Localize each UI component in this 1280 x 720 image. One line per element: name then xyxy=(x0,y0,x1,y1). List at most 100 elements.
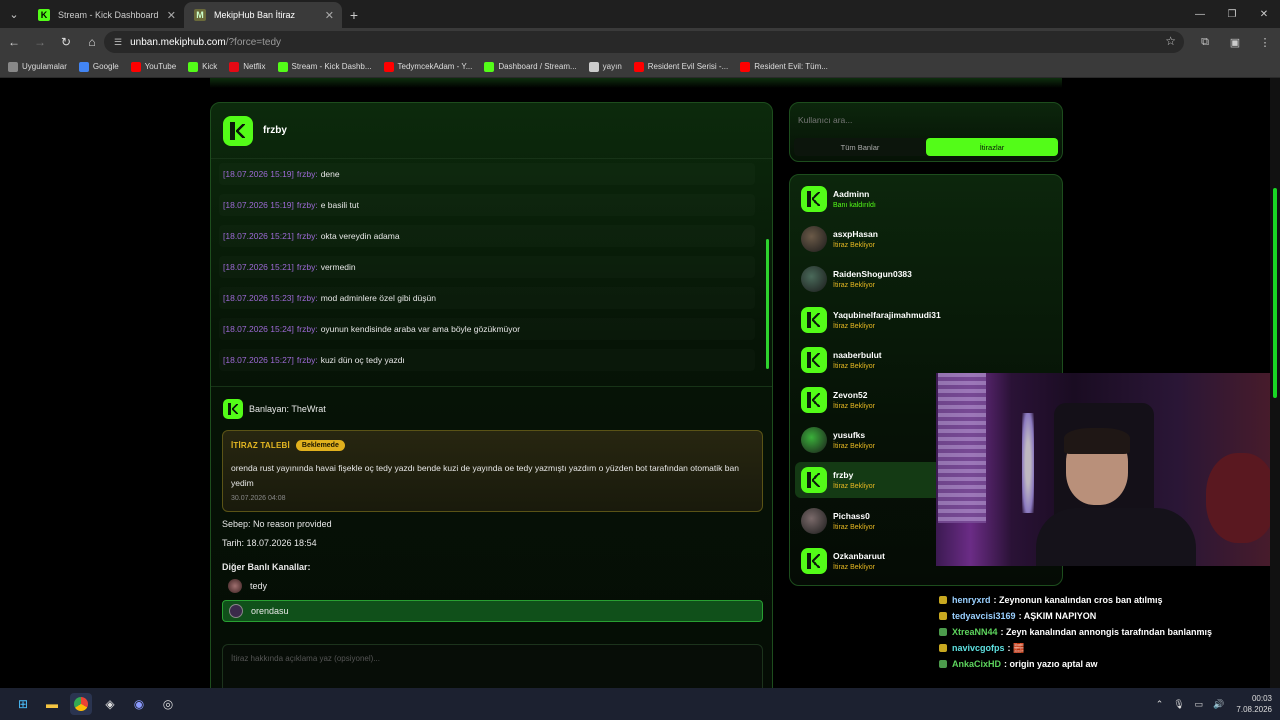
user-name: yusufks xyxy=(833,430,866,441)
user-info: Aadminn Banı kaldırıldı xyxy=(833,189,876,209)
page-scrollbar[interactable] xyxy=(1270,78,1280,688)
message-timestamp: [18.07.2026 15:21] xyxy=(223,262,294,272)
volume-icon[interactable]: 🔊 xyxy=(1213,699,1224,710)
appeal-comment-textarea[interactable]: İtiraz hakkında açıklama yaz (opsiyonel)… xyxy=(222,644,763,688)
user-name: naaberbulut xyxy=(833,349,882,360)
home-icon[interactable]: ⌂ xyxy=(80,30,104,54)
profile-icon[interactable]: ▣ xyxy=(1220,36,1250,49)
chat-line-text: tedyavcisi3169: AŞKIM NAPIYON xyxy=(952,608,1096,624)
close-tab-icon[interactable]: ✕ xyxy=(167,9,176,22)
user-status: İtiraz Bekliyor xyxy=(833,242,876,250)
browser-toolbar: ← → ↻ ⌂ ☰ unban.mekiphub.com/?force=tedy… xyxy=(0,28,1280,56)
maximize-icon[interactable]: ❐ xyxy=(1216,0,1248,28)
banned-by-text: Banlayan: TheWrat xyxy=(249,404,326,414)
chat-line-text: AnkaCixHD: origin yazıo aptal aw xyxy=(952,656,1098,672)
chat-message: [18.07.2026 15:21] frzby: okta vereydin ad… xyxy=(219,225,755,247)
user-name: frzby xyxy=(833,470,854,481)
windows-start-icon[interactable]: ⊞ xyxy=(12,693,34,715)
steam-icon[interactable]: ◈ xyxy=(99,693,121,715)
chat-username: navivcgofps xyxy=(952,643,1005,653)
tab-search-icon[interactable]: ⌄ xyxy=(0,0,28,28)
chat-message: [18.07.2026 15:24] frzby: oyunun kendisind… xyxy=(219,318,755,340)
extensions-icon[interactable]: ⧉ xyxy=(1190,36,1220,49)
chat-message: [18.07.2026 15:19] frzby: e basili tut xyxy=(219,194,755,216)
message-text: mod adminlere özel gibi düşün xyxy=(320,293,436,303)
back-icon[interactable]: ← xyxy=(2,30,26,54)
window-blinds xyxy=(938,373,986,523)
bookmark-item[interactable]: Stream - Kick Dashb... xyxy=(277,61,372,72)
file-explorer-icon[interactable]: ▬ xyxy=(41,693,63,715)
bookmark-favicon-icon xyxy=(188,61,199,72)
browser-tab-mekiphub[interactable]: M MekipHub Ban İtiraz ✕ xyxy=(184,2,342,28)
banned-username: frzby xyxy=(263,125,287,136)
message-timestamp: [18.07.2026 15:19] xyxy=(223,200,294,210)
bookmark-item[interactable]: Dashboard / Stream... xyxy=(484,61,577,72)
bookmark-star-icon[interactable]: ☆ xyxy=(1165,34,1176,48)
bookmark-favicon-icon xyxy=(130,61,141,72)
new-tab-icon[interactable]: + xyxy=(342,7,366,23)
bookmark-favicon-icon xyxy=(277,61,288,72)
tray-expand-icon[interactable]: ⌃ xyxy=(1156,699,1164,710)
bookmark-item[interactable]: Resident Evil Serisi -... xyxy=(633,61,728,72)
user-list-item[interactable]: Yaqubinelfarajimahmudi31 İtiraz Bekliyor xyxy=(795,302,1059,338)
user-status: İtiraz Bekliyor xyxy=(833,282,876,290)
page-scroll-thumb[interactable] xyxy=(1273,188,1277,398)
browser-tab-kick-dashboard[interactable]: K Stream - Kick Dashboard ✕ xyxy=(28,2,184,28)
forward-icon[interactable]: → xyxy=(28,30,52,54)
close-window-icon[interactable]: ✕ xyxy=(1248,0,1280,28)
bookmark-item[interactable]: Kick xyxy=(188,61,218,72)
user-list-item[interactable]: Aadminn Banı kaldırıldı xyxy=(795,181,1059,217)
menu-icon[interactable]: ⋮ xyxy=(1250,36,1280,49)
reload-icon[interactable]: ↻ xyxy=(54,30,78,54)
chrome-icon[interactable] xyxy=(70,693,92,715)
minimize-icon[interactable]: — xyxy=(1184,0,1216,28)
bookmark-label: Kick xyxy=(202,62,218,71)
ban-detail-panel: frzby [18.07.2026 15:19] frzby: dene [18.07… xyxy=(210,102,773,688)
chat-log[interactable]: [18.07.2026 15:19] frzby: dene [18.07.2026 … xyxy=(211,159,763,377)
bookmark-favicon-icon xyxy=(633,61,644,72)
bookmark-favicon-icon xyxy=(383,61,394,72)
chat-log-scrollbar[interactable] xyxy=(766,159,770,377)
bookmark-item[interactable]: Netflix xyxy=(229,61,266,72)
user-status: İtiraz Bekliyor xyxy=(833,403,876,410)
chat-message-text: : origin yazıo aptal aw xyxy=(1004,659,1098,669)
other-channel-item[interactable]: orendasu xyxy=(222,600,763,622)
user-avatar xyxy=(801,346,827,373)
bookmark-label: Uygulamalar xyxy=(22,62,67,71)
message-username: frzby: xyxy=(296,293,318,303)
taskbar-clock[interactable]: 00:03 7.08.2026 xyxy=(1236,693,1272,715)
user-search-input[interactable] xyxy=(798,111,1054,129)
stream-chat-line: AnkaCixHD: origin yazıo aptal aw xyxy=(936,656,1266,672)
discord-icon[interactable]: ◉ xyxy=(128,693,150,715)
user-name: Zevon52 xyxy=(833,390,868,400)
obs-icon[interactable]: ◎ xyxy=(157,693,179,715)
bookmark-item[interactable]: Resident Evil: Tüm... xyxy=(740,61,828,72)
scroll-thumb[interactable] xyxy=(766,239,769,369)
chat-message: [18.07.2026 15:19] frzby: dene xyxy=(219,163,755,185)
appeal-request-card: İTİRAZ TALEBİ Beklemede orenda rust yayı… xyxy=(222,430,763,512)
close-tab-icon[interactable]: ✕ xyxy=(325,9,334,22)
tab-title: MekipHub Ban İtiraz xyxy=(214,10,296,20)
display-icon[interactable]: ▭ xyxy=(1195,699,1204,710)
bookmark-label: Dashboard / Stream... xyxy=(498,62,577,71)
bookmark-item[interactable]: YouTube xyxy=(130,61,176,72)
other-channel-item[interactable]: tedy xyxy=(222,575,763,597)
user-avatar xyxy=(801,387,827,413)
bookmark-item[interactable]: TedymcekAdam - Y... xyxy=(383,61,472,72)
bookmark-item[interactable]: Uygulamalar xyxy=(8,61,67,72)
site-info-icon[interactable]: ☰ xyxy=(114,37,122,48)
mekiphub-favicon-icon: M xyxy=(194,9,206,21)
channel-avatar xyxy=(228,579,242,593)
address-bar[interactable]: ☰ unban.mekiphub.com/?force=tedy ☆ xyxy=(104,31,1184,53)
microphone-icon[interactable]: 🎙 xyxy=(1173,699,1184,710)
bookmark-item[interactable]: Google xyxy=(78,61,119,72)
tab-appeals[interactable]: İtirazlar xyxy=(926,138,1058,156)
chat-message: [18.07.2026 15:27] frzby: kuzi dün oç tedy… xyxy=(219,349,755,371)
user-list-item[interactable]: RaidenShogun0383 İtiraz Bekliyor xyxy=(795,261,1059,297)
tab-all-bans[interactable]: Tüm Banlar xyxy=(794,138,926,156)
user-list-item[interactable]: asxpHasan İtiraz Bekliyor xyxy=(795,221,1059,257)
kick-logo-icon xyxy=(223,115,253,146)
bookmark-item[interactable]: yayın xyxy=(588,61,622,72)
user-status: Banı kaldırıldı xyxy=(833,202,876,209)
url-path: /?force=tedy xyxy=(225,36,282,48)
